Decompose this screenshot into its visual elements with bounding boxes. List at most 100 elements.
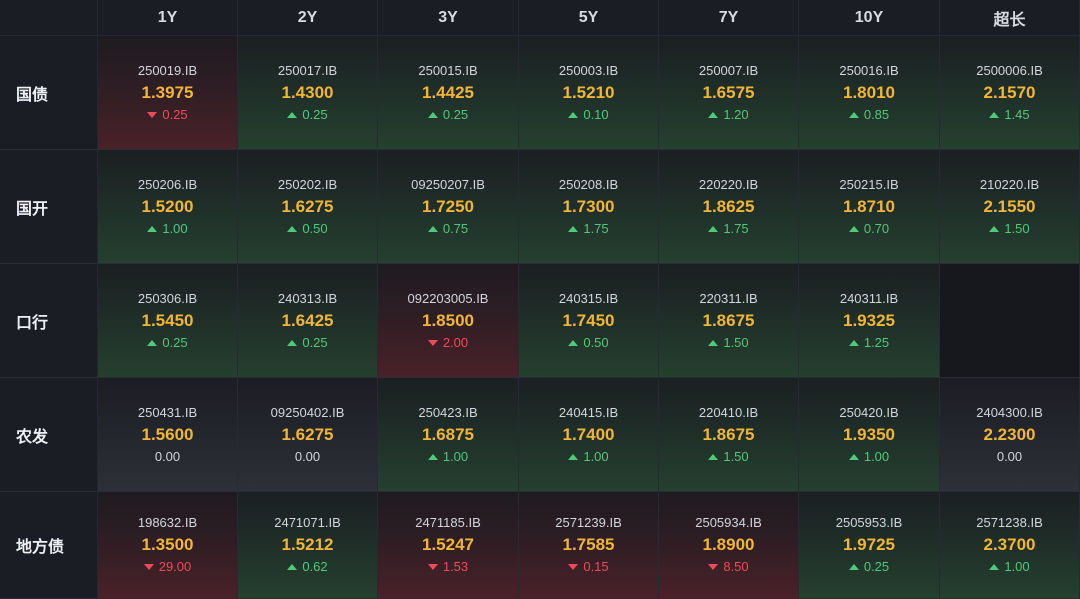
quote-cell[interactable]: 2571239.IB 1.7585 0.15 xyxy=(519,492,659,599)
quote-cell[interactable]: 250420.IB 1.9350 1.00 xyxy=(799,378,940,492)
change-value: 1.50 xyxy=(723,334,749,350)
empty-quote-cell xyxy=(940,264,1080,378)
change-indicator: 1.50 xyxy=(708,449,749,465)
bond-code: 250202.IB xyxy=(277,176,338,192)
change-indicator: 0.50 xyxy=(568,335,609,351)
quote-cell[interactable]: 092203005.IB 1.8500 2.00 xyxy=(378,264,519,378)
quote-cell[interactable]: 250019.IB 1.3975 0.25 xyxy=(98,36,238,150)
column-header-5y[interactable]: 5Y xyxy=(519,0,659,36)
triangle-down-icon xyxy=(147,111,158,118)
bond-code: 240313.IB xyxy=(277,290,338,306)
quote-cell[interactable]: 240415.IB 1.7400 1.00 xyxy=(519,378,659,492)
triangle-up-icon xyxy=(568,339,579,346)
change-indicator: 1.50 xyxy=(989,221,1030,237)
change-value: 0.50 xyxy=(302,220,328,236)
row-label[interactable]: 国开 xyxy=(0,150,98,264)
quote-cell[interactable]: 2471185.IB 1.5247 1.53 xyxy=(378,492,519,599)
quote-cell[interactable]: 250016.IB 1.8010 0.85 xyxy=(799,36,940,150)
column-header-3y[interactable]: 3Y xyxy=(378,0,519,36)
triangle-up-icon xyxy=(287,339,298,346)
yield-value: 2.1550 xyxy=(983,196,1036,216)
bond-code: 250007.IB xyxy=(698,62,759,78)
quote-cell[interactable]: 220311.IB 1.8675 1.50 xyxy=(659,264,799,378)
triangle-up-icon xyxy=(708,453,719,460)
change-indicator: 0.00 xyxy=(295,449,320,465)
quote-cell[interactable]: 250007.IB 1.6575 1.20 xyxy=(659,36,799,150)
bond-code: 250420.IB xyxy=(839,404,899,420)
triangle-up-icon xyxy=(989,111,1000,118)
row-label[interactable]: 国债 xyxy=(0,36,98,150)
column-header-2y[interactable]: 2Y xyxy=(238,0,378,36)
quote-cell[interactable]: 09250207.IB 1.7250 0.75 xyxy=(378,150,519,264)
change-value: 1.00 xyxy=(442,448,469,464)
quote-cell[interactable]: 220220.IB 1.8625 1.75 xyxy=(659,150,799,264)
quote-cell[interactable]: 2571238.IB 2.3700 1.00 xyxy=(940,492,1080,599)
triangle-up-icon xyxy=(568,225,579,232)
yield-value: 1.4300 xyxy=(281,82,334,102)
change-indicator: 0.25 xyxy=(147,106,188,123)
quote-cell[interactable]: 240313.IB 1.6425 0.25 xyxy=(238,264,378,378)
column-header-ultra-long[interactable]: 超长 xyxy=(940,0,1080,36)
change-indicator: 1.00 xyxy=(568,448,609,465)
change-indicator: 0.25 xyxy=(427,107,468,123)
quote-cell[interactable]: 240315.IB 1.7450 0.50 xyxy=(519,264,659,378)
change-value: 1.53 xyxy=(442,559,469,574)
yield-value: 1.6275 xyxy=(281,196,334,216)
column-header-1y[interactable]: 1Y xyxy=(98,0,238,36)
change-indicator: 1.53 xyxy=(427,559,469,575)
change-value: 1.25 xyxy=(863,334,890,350)
yield-value: 2.3700 xyxy=(983,535,1036,554)
change-value: 2.00 xyxy=(442,334,469,350)
change-value: 0.15 xyxy=(583,559,609,574)
quote-cell[interactable]: 240311.IB 1.9325 1.25 xyxy=(799,264,940,378)
quote-cell[interactable]: 250015.IB 1.4425 0.25 xyxy=(378,36,519,150)
row-label[interactable]: 地方债 xyxy=(0,492,98,599)
quote-cell[interactable]: 09250402.IB 1.6275 0.00 xyxy=(238,378,378,492)
quote-cell[interactable]: 210220.IB 2.1550 1.50 xyxy=(940,150,1080,264)
bond-code: 220220.IB xyxy=(698,176,759,192)
quote-cell[interactable]: 250215.IB 1.8710 0.70 xyxy=(799,150,940,264)
quote-cell[interactable]: 198632.IB 1.3500 29.00 xyxy=(98,492,238,599)
column-header-10y[interactable]: 10Y xyxy=(799,0,940,36)
yield-value: 1.3975 xyxy=(141,82,194,102)
quote-cell[interactable]: 2404300.IB 2.2300 0.00 xyxy=(940,378,1080,492)
change-value: 1.00 xyxy=(583,448,609,464)
triangle-up-icon xyxy=(287,564,298,570)
change-value: 0.25 xyxy=(162,106,188,122)
yield-value: 1.6575 xyxy=(702,82,755,102)
quote-cell[interactable]: 250206.IB 1.5200 1.00 xyxy=(98,150,238,264)
triangle-down-icon xyxy=(427,564,438,570)
quote-cell[interactable]: 250003.IB 1.5210 0.10 xyxy=(519,36,659,150)
quote-cell[interactable]: 2505953.IB 1.9725 0.25 xyxy=(799,492,940,599)
triangle-down-icon xyxy=(568,564,579,570)
quote-cell[interactable]: 250202.IB 1.6275 0.50 xyxy=(238,150,378,264)
quote-cell[interactable]: 250431.IB 1.5600 0.00 xyxy=(98,378,238,492)
triangle-down-icon xyxy=(143,564,154,570)
column-header-7y[interactable]: 7Y xyxy=(659,0,799,36)
yield-value: 1.9325 xyxy=(843,310,895,330)
row-label[interactable]: 口行 xyxy=(0,264,98,378)
yield-value: 1.5200 xyxy=(141,196,194,216)
change-value: 1.45 xyxy=(1004,106,1030,122)
quote-cell[interactable]: 250017.IB 1.4300 0.25 xyxy=(238,36,378,150)
change-indicator: 1.25 xyxy=(848,334,890,351)
change-indicator: 0.25 xyxy=(287,107,328,123)
change-indicator: 1.00 xyxy=(147,221,188,237)
triangle-down-icon xyxy=(427,339,438,346)
quote-cell[interactable]: 250306.IB 1.5450 0.25 xyxy=(98,264,238,378)
change-indicator: 0.00 xyxy=(155,449,180,465)
triangle-up-icon xyxy=(708,111,719,118)
bond-code: 250003.IB xyxy=(558,62,619,78)
row-label[interactable]: 农发 xyxy=(0,378,98,492)
bond-code: 250206.IB xyxy=(137,176,198,192)
quote-cell[interactable]: 2471071.IB 1.5212 0.62 xyxy=(238,492,378,599)
change-value: 1.75 xyxy=(583,220,609,236)
quote-cell[interactable]: 250208.IB 1.7300 1.75 xyxy=(519,150,659,264)
yield-value: 1.9725 xyxy=(843,535,895,554)
quote-cell[interactable]: 250423.IB 1.6875 1.00 xyxy=(378,378,519,492)
change-indicator: 0.10 xyxy=(568,106,609,123)
quote-cell[interactable]: 220410.IB 1.8675 1.50 xyxy=(659,378,799,492)
quote-cell[interactable]: 2505934.IB 1.8900 8.50 xyxy=(659,492,799,599)
quote-cell[interactable]: 2500006.IB 2.1570 1.45 xyxy=(940,36,1080,150)
change-value: 0.10 xyxy=(583,106,609,122)
